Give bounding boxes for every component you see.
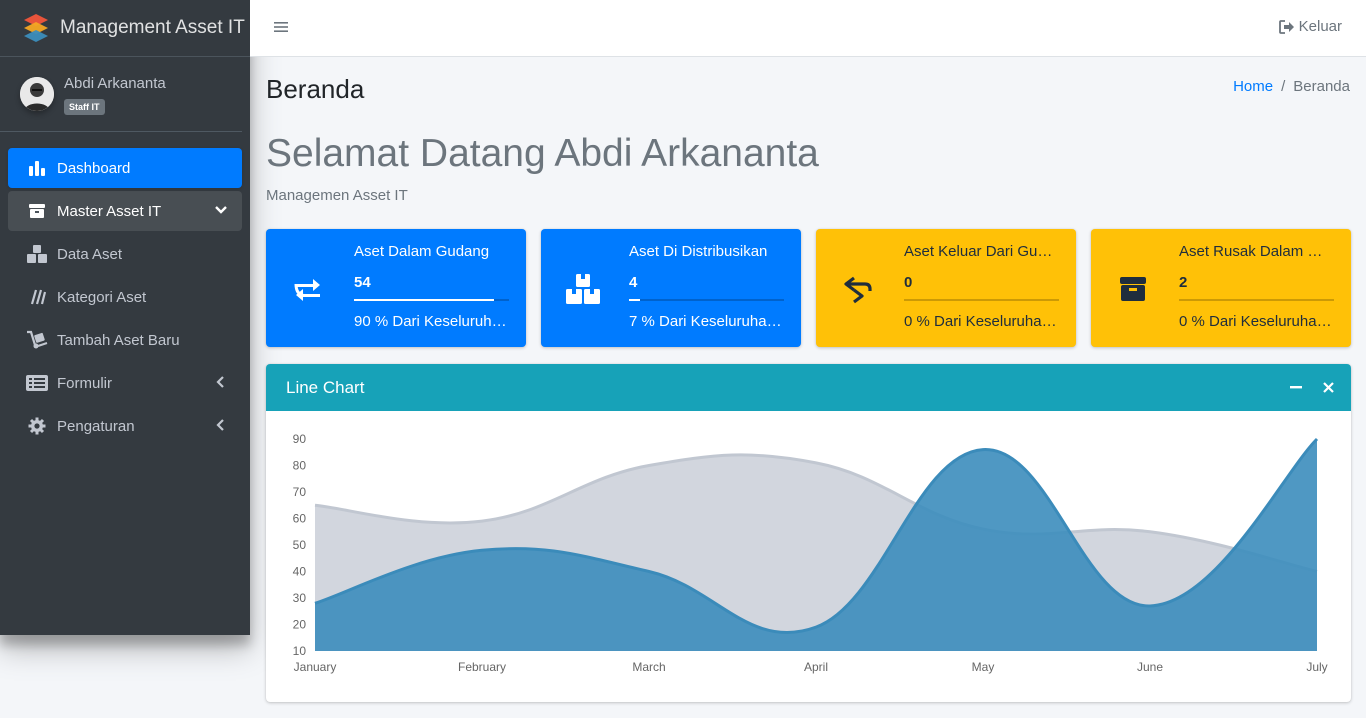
logout-label: Keluar (1298, 18, 1342, 35)
user-panel: Abdi Arkananta Staff IT (0, 57, 242, 132)
x-tick-label: April (804, 660, 828, 674)
boxes-icon (26, 244, 48, 264)
y-tick-label: 60 (293, 512, 307, 526)
info-box-description: 0 % Dari Keseluruhan Aset (1179, 313, 1334, 330)
info-box-number: 0 (904, 274, 913, 291)
line-chart: 10 20 30 40 50 60 70 80 90 January February March Ap… (293, 432, 1328, 674)
info-box-aset-di-distribusikan: Aset Di Distribusikan 4 7 % Dari Keselur… (541, 229, 801, 347)
welcome-heading: Selamat Datang Abdi Arkananta (266, 132, 819, 175)
sidebar-item-label: Data Aset (57, 245, 123, 263)
y-tick-label: 80 (293, 459, 307, 473)
y-tick-label: 40 (293, 565, 307, 579)
y-tick-label: 20 (293, 618, 307, 632)
x-tick-label: July (1306, 660, 1327, 674)
brand-logo-icon (24, 14, 48, 42)
breadcrumb-home-link[interactable]: Home (1233, 78, 1273, 95)
list-icon (26, 373, 48, 393)
x-tick-label: January (294, 660, 337, 674)
sidebar-item-label: Formulir (57, 374, 112, 392)
sidebar: Management Asset IT Abdi Arkananta Staff… (0, 0, 250, 635)
sidebar-item-kategori-aset[interactable]: Kategori Aset (8, 277, 242, 317)
sidebar-item-dashboard[interactable]: Dashboard (8, 148, 242, 188)
info-box-description: 0 % Dari Keseluruhan Aset (904, 313, 1059, 330)
chart-bar-icon (26, 158, 48, 178)
x-tick-label: June (1137, 660, 1163, 674)
sidebar-item-formulir[interactable]: Formulir (8, 363, 242, 403)
breadcrumb-current: Beranda (1293, 78, 1350, 95)
app-title: Management Asset IT (60, 17, 245, 38)
x-tick-label: February (458, 660, 506, 674)
cog-icon (26, 416, 48, 436)
x-tick-label: May (972, 660, 995, 674)
role-badge: Staff IT (64, 99, 105, 115)
welcome-subtitle: Managemen Asset IT (266, 187, 408, 204)
x-tick-label: March (632, 660, 665, 674)
sidebar-nav: Dashboard Master Asset IT Data Aset Kate… (0, 132, 250, 446)
exchange-arrows-icon (288, 269, 328, 309)
info-box-aset-keluar-dari-gudang: Aset Keluar Dari Gudang 0 0 % Dari Kesel… (816, 229, 1076, 347)
boxes-icon (563, 269, 603, 309)
chart-area: 10 20 30 40 50 60 70 80 90 January February March Ap… (266, 411, 1351, 702)
box-icon (26, 201, 48, 221)
sidebar-item-data-aset[interactable]: Data Aset (8, 234, 242, 274)
info-box-aset-rusak-dalam-gudang: Aset Rusak Dalam Gudang 2 0 % Dari Kesel… (1091, 229, 1351, 347)
info-box-title: Aset Di Distribusikan (629, 243, 768, 260)
info-box-description: 7 % Dari Keseluruhan Aset (629, 313, 784, 330)
chevron-down-icon (214, 203, 228, 221)
page-title: Beranda (266, 74, 365, 104)
sidebar-item-label: Pengaturan (57, 417, 135, 435)
collapse-button[interactable] (1287, 378, 1305, 396)
info-box-description: 90 % Dari Keseluruhan Aset (354, 313, 509, 330)
close-icon (1322, 381, 1334, 393)
info-box-title: Aset Rusak Dalam Gudang (1179, 243, 1334, 260)
dolly-icon (26, 330, 48, 350)
hamburger-menu-icon[interactable] (274, 20, 288, 34)
brand[interactable]: Management Asset IT (0, 0, 250, 57)
sidebar-item-pengaturan[interactable]: Pengaturan (8, 406, 242, 446)
y-tick-label: 90 (293, 432, 307, 446)
sidebar-item-label: Tambah Aset Baru (57, 331, 180, 349)
sign-out-icon (1278, 19, 1294, 34)
line-chart-card: Line Chart 10 20 30 40 50 60 70 80 90 January Febr… (266, 364, 1351, 702)
info-box-aset-dalam-gudang: Aset Dalam Gudang 54 90 % Dari Keseluruh… (266, 229, 526, 347)
sidebar-item-label: Master Asset IT (57, 202, 162, 220)
chevron-left-icon (214, 375, 228, 393)
slashes-icon (26, 287, 48, 307)
logout-link[interactable]: Keluar (1278, 18, 1342, 35)
box-icon (1113, 269, 1153, 309)
user-name[interactable]: Abdi Arkananta (64, 75, 166, 92)
breadcrumb-separator: / (1281, 78, 1286, 95)
sidebar-item-tambah-aset-baru[interactable]: Tambah Aset Baru (8, 320, 242, 360)
sidebar-item-master-asset-it[interactable]: Master Asset IT (8, 191, 242, 231)
chevron-left-icon (214, 418, 228, 436)
card-header: Line Chart (266, 364, 1351, 411)
topbar: Keluar (250, 0, 1366, 57)
y-tick-label: 50 (293, 538, 307, 552)
progress-bar (629, 299, 784, 301)
avatar[interactable] (20, 77, 54, 111)
remove-button[interactable] (1319, 378, 1337, 396)
y-tick-label: 10 (293, 644, 307, 658)
y-tick-label: 70 (293, 485, 307, 499)
progress-bar (354, 299, 509, 301)
breadcrumb: Home / Beranda (1233, 78, 1350, 95)
minus-icon (1290, 386, 1302, 389)
info-box-number: 54 (354, 274, 371, 291)
info-box-title: Aset Dalam Gudang (354, 243, 490, 260)
card-title: Line Chart (286, 377, 365, 397)
info-box-title: Aset Keluar Dari Gudang (904, 243, 1059, 260)
sidebar-item-label: Dashboard (57, 159, 131, 177)
progress-bar (1179, 299, 1334, 301)
info-box-number: 2 (1179, 274, 1188, 291)
sidebar-item-label: Kategori Aset (57, 288, 147, 306)
info-box-number: 4 (629, 274, 638, 291)
return-arrow-icon (838, 269, 878, 309)
progress-bar (904, 299, 1059, 301)
y-tick-label: 30 (293, 591, 307, 605)
